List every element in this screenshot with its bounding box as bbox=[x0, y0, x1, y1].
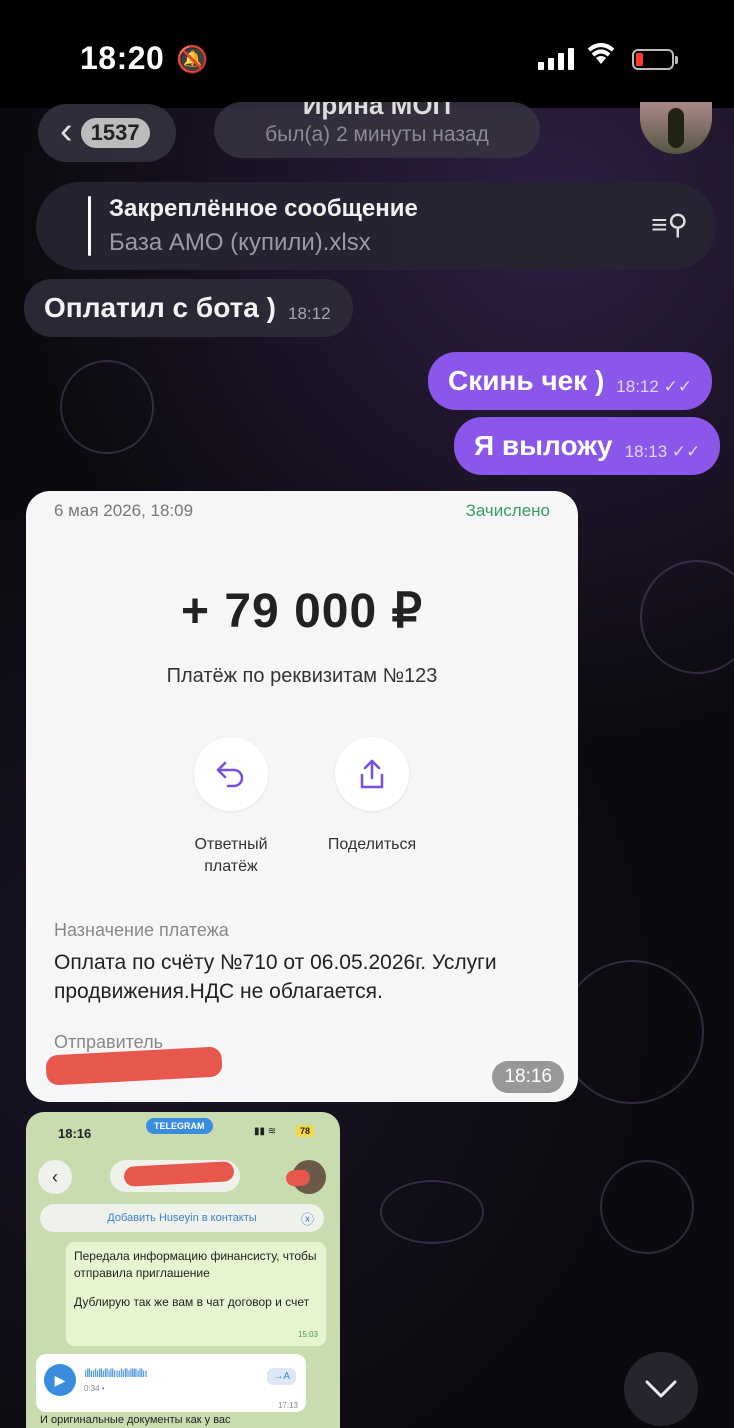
pinned-title: Закреплённое сообщение bbox=[109, 195, 418, 222]
receipt-purpose-title: Платёж по реквизитам №123 bbox=[166, 665, 438, 687]
cellular-signal-icon bbox=[538, 48, 574, 70]
unread-count-badge: 1537 bbox=[80, 118, 150, 148]
wallpaper-doodle bbox=[560, 960, 704, 1104]
screenshot-status-time: 18:16 bbox=[58, 1126, 92, 1141]
receipt-date: 6 мая 2026, 18:09 bbox=[54, 501, 194, 520]
receipt-amount: + 79 000 ₽ bbox=[180, 585, 424, 638]
chevron-left-icon: ‹ bbox=[60, 109, 73, 152]
chat-title[interactable]: Ирина МОП был(а) 2 минуты назад bbox=[214, 102, 540, 158]
back-button[interactable]: ‹ 1537 bbox=[38, 104, 176, 162]
pinned-indicator bbox=[88, 196, 91, 256]
screenshot-back-icon: ‹ bbox=[38, 1160, 72, 1194]
last-seen-status: был(а) 2 минуты назад bbox=[265, 123, 489, 146]
chevron-down-icon bbox=[645, 1380, 677, 1398]
contact-name: Ирина МОП bbox=[302, 102, 452, 120]
message-time: 18:13 ✓✓ bbox=[624, 442, 701, 461]
screenshot-battery: 78 bbox=[296, 1125, 315, 1137]
message-time: 18:12 bbox=[287, 304, 331, 323]
waveform-icon: ıllıılıllıllıllııılıllıllllıllıı bbox=[84, 1366, 148, 1380]
message-time: 18:16 bbox=[492, 1061, 564, 1093]
wallpaper-doodle bbox=[380, 1180, 484, 1244]
reply-payment-label: Ответный платёж bbox=[194, 836, 268, 875]
message-bubble-outgoing[interactable]: Я выложу 18:13 ✓✓ bbox=[454, 417, 721, 475]
read-checkmarks-icon: ✓✓ bbox=[671, 442, 701, 461]
telegram-badge: TELEGRAM bbox=[146, 1118, 213, 1134]
scroll-to-bottom-button[interactable] bbox=[624, 1352, 698, 1426]
read-checkmarks-icon: ✓✓ bbox=[663, 377, 693, 396]
redaction-mark bbox=[123, 1161, 235, 1187]
wallpaper-doodle bbox=[600, 1160, 694, 1254]
screenshot-message: Передала информацию финансисту, чтобы от… bbox=[66, 1242, 326, 1346]
screenshot-voice-message: ▶ ıllıılıllıllıllııılıllıllllıllıı 0:34 … bbox=[36, 1354, 306, 1412]
pinned-text: База АМО (купили).xlsx bbox=[109, 229, 371, 256]
screenshot-contact-pill bbox=[110, 1160, 240, 1192]
battery-icon bbox=[632, 49, 678, 70]
payment-receipt-image[interactable]: 6 мая 2026, 18:09 Зачислено + 79 000 ₽ П… bbox=[26, 491, 578, 1102]
screenshot-next-message: И оригинальные документы как у вас bbox=[40, 1414, 231, 1426]
bell-muted-icon: 🔕 bbox=[176, 44, 209, 74]
pin-list-icon[interactable]: ≡⚲ bbox=[651, 208, 688, 241]
share-button[interactable] bbox=[335, 737, 409, 811]
screenshot-signal-icon: ▮▮ ≋ bbox=[254, 1126, 277, 1137]
receipt-status: Зачислено bbox=[465, 501, 550, 520]
payment-purpose-text: Оплата по счёту №710 от 06.05.2026г. Усл… bbox=[54, 951, 497, 1003]
screenshot-avatar bbox=[285, 1160, 326, 1194]
message-time: 18:12 ✓✓ bbox=[616, 377, 693, 396]
chat-header: ‹ 1537 Ирина МОП был(а) 2 минуты назад bbox=[0, 102, 734, 170]
reply-payment-button[interactable] bbox=[194, 737, 268, 811]
play-icon: ▶ bbox=[44, 1364, 76, 1396]
share-label: Поделиться bbox=[327, 836, 417, 853]
pinned-message-bar[interactable]: Закреплённое сообщение База АМО (купили)… bbox=[36, 182, 716, 270]
message-text: Скинь чек ) bbox=[448, 365, 605, 396]
forwarded-screenshot-image[interactable]: 18:16 TELEGRAM ▮▮ ≋ 78 ‹ Добавить Huseyi… bbox=[26, 1112, 340, 1428]
wallpaper-doodle bbox=[640, 560, 734, 674]
message-text: Я выложу bbox=[474, 430, 613, 461]
status-bar: 18:20 🔕 bbox=[0, 0, 734, 108]
redaction-mark bbox=[285, 1169, 311, 1187]
share-icon bbox=[360, 759, 384, 789]
payment-purpose-heading: Назначение платежа bbox=[54, 920, 229, 940]
wallpaper-doodle bbox=[60, 360, 154, 454]
reply-icon bbox=[216, 761, 244, 788]
status-time: 18:20 bbox=[80, 40, 165, 76]
message-text: Оплатил с бота ) bbox=[44, 292, 276, 323]
screenshot-add-contact-bar: Добавить Huseyin в контакты ⓧ bbox=[40, 1204, 324, 1232]
message-bubble-outgoing[interactable]: Скинь чек ) 18:12 ✓✓ bbox=[428, 352, 713, 410]
transcribe-icon: →A bbox=[267, 1368, 296, 1385]
close-icon: ⓧ bbox=[300, 1211, 314, 1227]
message-bubble-incoming[interactable]: Оплатил с бота ) 18:12 bbox=[24, 279, 353, 337]
contact-avatar[interactable] bbox=[640, 102, 712, 154]
wifi-icon bbox=[585, 40, 617, 74]
